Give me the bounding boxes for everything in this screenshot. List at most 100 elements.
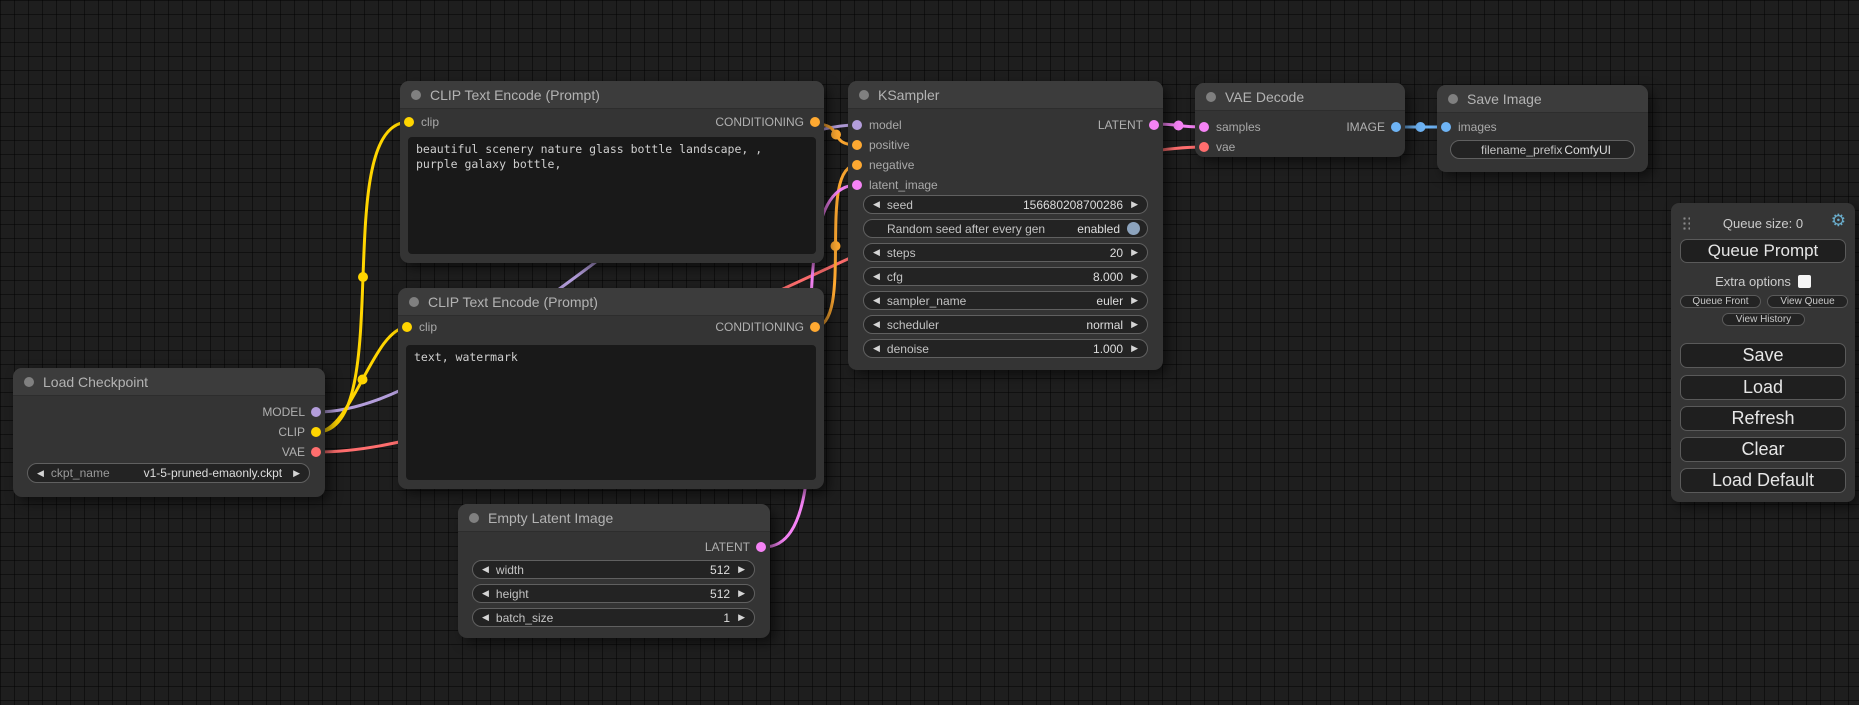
cfg-widget[interactable]: ◀ cfg 8.000 ▶ [863,267,1148,286]
extra-options-checkbox[interactable] [1798,275,1811,288]
decrement-arrow-icon[interactable]: ◀ [873,296,880,305]
steps-widget[interactable]: ◀ steps 20 ▶ [863,243,1148,262]
widget-value: enabled [1077,222,1120,236]
collapse-dot-icon[interactable] [411,90,421,100]
save-button[interactable]: Save [1680,343,1846,368]
node-ksampler[interactable]: KSampler model LATENT positive negative … [848,81,1163,370]
collapse-dot-icon[interactable] [859,90,869,100]
collapse-dot-icon[interactable] [469,513,479,523]
input-port-latent-image[interactable] [852,180,862,190]
prompt-textarea[interactable]: text, watermark [406,345,816,480]
toggle-knob-icon[interactable] [1127,222,1140,235]
node-title-bar[interactable]: VAE Decode [1195,83,1405,111]
collapse-dot-icon[interactable] [409,297,419,307]
node-title-bar[interactable]: Save Image [1437,85,1648,113]
output-port-conditioning[interactable] [810,117,820,127]
settings-gear-icon[interactable]: ⚙ [1831,211,1846,231]
scheduler-widget[interactable]: ◀ scheduler normal ▶ [863,315,1148,334]
decrement-arrow-icon[interactable]: ◀ [873,272,880,281]
queue-size-label: Queue size: 0 [1671,216,1855,231]
increment-arrow-icon[interactable]: ▶ [293,469,300,478]
node-title-bar[interactable]: KSampler [848,81,1163,109]
increment-arrow-icon[interactable]: ▶ [1131,200,1138,209]
wire-midpoint-dot[interactable] [1174,121,1184,131]
collapse-dot-icon[interactable] [24,377,34,387]
input-port-clip[interactable] [402,322,412,332]
node-title-bar[interactable]: Load Checkpoint [13,368,325,396]
drag-handle-icon[interactable] [1682,216,1690,230]
wire-midpoint-dot[interactable] [831,130,841,140]
decrement-arrow-icon[interactable]: ◀ [482,565,489,574]
increment-arrow-icon[interactable]: ▶ [1131,272,1138,281]
decrement-arrow-icon[interactable]: ◀ [482,589,489,598]
node-clip-text-encode-2[interactable]: CLIP Text Encode (Prompt) clip CONDITION… [398,288,824,489]
input-port-samples[interactable] [1199,122,1209,132]
decrement-arrow-icon[interactable]: ◀ [873,320,880,329]
node-clip-text-encode-1[interactable]: CLIP Text Encode (Prompt) clip CONDITION… [400,81,824,263]
clear-button[interactable]: Clear [1680,437,1846,462]
decrement-arrow-icon[interactable]: ◀ [482,613,489,622]
increment-arrow-icon[interactable]: ▶ [1131,320,1138,329]
node-title-bar[interactable]: Empty Latent Image [458,504,770,532]
width-widget[interactable]: ◀ width 512 ▶ [472,560,755,579]
increment-arrow-icon[interactable]: ▶ [1131,344,1138,353]
view-history-button[interactable]: View History [1722,313,1805,326]
output-port-clip[interactable] [311,427,321,437]
increment-arrow-icon[interactable]: ▶ [1131,296,1138,305]
wire-midpoint-dot[interactable] [1416,122,1426,132]
output-port-vae[interactable] [311,447,321,457]
output-port-latent[interactable] [756,542,766,552]
batch-size-widget[interactable]: ◀ batch_size 1 ▶ [472,608,755,627]
wire-midpoint-dot[interactable] [358,375,368,385]
decrement-arrow-icon[interactable]: ◀ [873,344,880,353]
wire-midpoint-dot[interactable] [831,241,841,251]
output-port-model[interactable] [311,407,321,417]
widget-value: euler [1096,294,1123,308]
sampler-name-widget[interactable]: ◀ sampler_name euler ▶ [863,291,1148,310]
collapse-dot-icon[interactable] [1206,92,1216,102]
input-label: clip [421,115,439,129]
increment-arrow-icon[interactable]: ▶ [738,565,745,574]
decrement-arrow-icon[interactable]: ◀ [873,200,880,209]
node-empty-latent-image[interactable]: Empty Latent Image LATENT ◀ width 512 ▶ … [458,504,770,638]
denoise-widget[interactable]: ◀ denoise 1.000 ▶ [863,339,1148,358]
input-label: clip [419,320,437,334]
node-title-bar[interactable]: CLIP Text Encode (Prompt) [400,81,824,109]
increment-arrow-icon[interactable]: ▶ [1131,248,1138,257]
node-save-image[interactable]: Save Image images filename_prefix ComfyU… [1437,85,1648,172]
output-port-image[interactable] [1391,122,1401,132]
decrement-arrow-icon[interactable]: ◀ [873,248,880,257]
filename-prefix-widget[interactable]: filename_prefix ComfyUI [1450,140,1635,159]
input-port-clip[interactable] [404,117,414,127]
input-port-negative[interactable] [852,160,862,170]
queue-front-button[interactable]: Queue Front [1680,295,1761,308]
view-queue-button[interactable]: View Queue [1767,295,1848,308]
increment-arrow-icon[interactable]: ▶ [738,613,745,622]
output-port-latent[interactable] [1149,120,1159,130]
input-label: samples [1216,120,1261,134]
load-button[interactable]: Load [1680,375,1846,400]
input-port-vae[interactable] [1199,142,1209,152]
node-vae-decode[interactable]: VAE Decode samples IMAGE vae [1195,83,1405,157]
collapse-dot-icon[interactable] [1448,94,1458,104]
increment-arrow-icon[interactable]: ▶ [738,589,745,598]
height-widget[interactable]: ◀ height 512 ▶ [472,584,755,603]
random-seed-toggle-widget[interactable]: Random seed after every gen enabled [863,219,1148,238]
ckpt-name-widget[interactable]: ◀ ckpt_name v1-5-pruned-emaonly.ckpt ▶ [27,463,310,483]
wire-clip [317,122,409,432]
input-port-model[interactable] [852,120,862,130]
output-port-conditioning[interactable] [810,322,820,332]
refresh-button[interactable]: Refresh [1680,406,1846,431]
node-load-checkpoint[interactable]: Load Checkpoint MODEL CLIP VAE ◀ ckpt_na… [13,368,325,497]
node-title: Empty Latent Image [488,510,613,526]
input-port-positive[interactable] [852,140,862,150]
wire-midpoint-dot[interactable] [358,272,368,282]
load-default-button[interactable]: Load Default [1680,468,1846,493]
node-title-bar[interactable]: CLIP Text Encode (Prompt) [398,288,824,316]
input-port-images[interactable] [1441,122,1451,132]
decrement-arrow-icon[interactable]: ◀ [37,469,44,478]
seed-widget[interactable]: ◀ seed 156680208700286 ▶ [863,195,1148,214]
queue-prompt-button[interactable]: Queue Prompt [1680,239,1846,263]
prompt-textarea[interactable]: beautiful scenery nature glass bottle la… [408,137,816,254]
queue-panel: Queue size: 0 ⚙ Queue Prompt Extra optio… [1671,203,1855,502]
